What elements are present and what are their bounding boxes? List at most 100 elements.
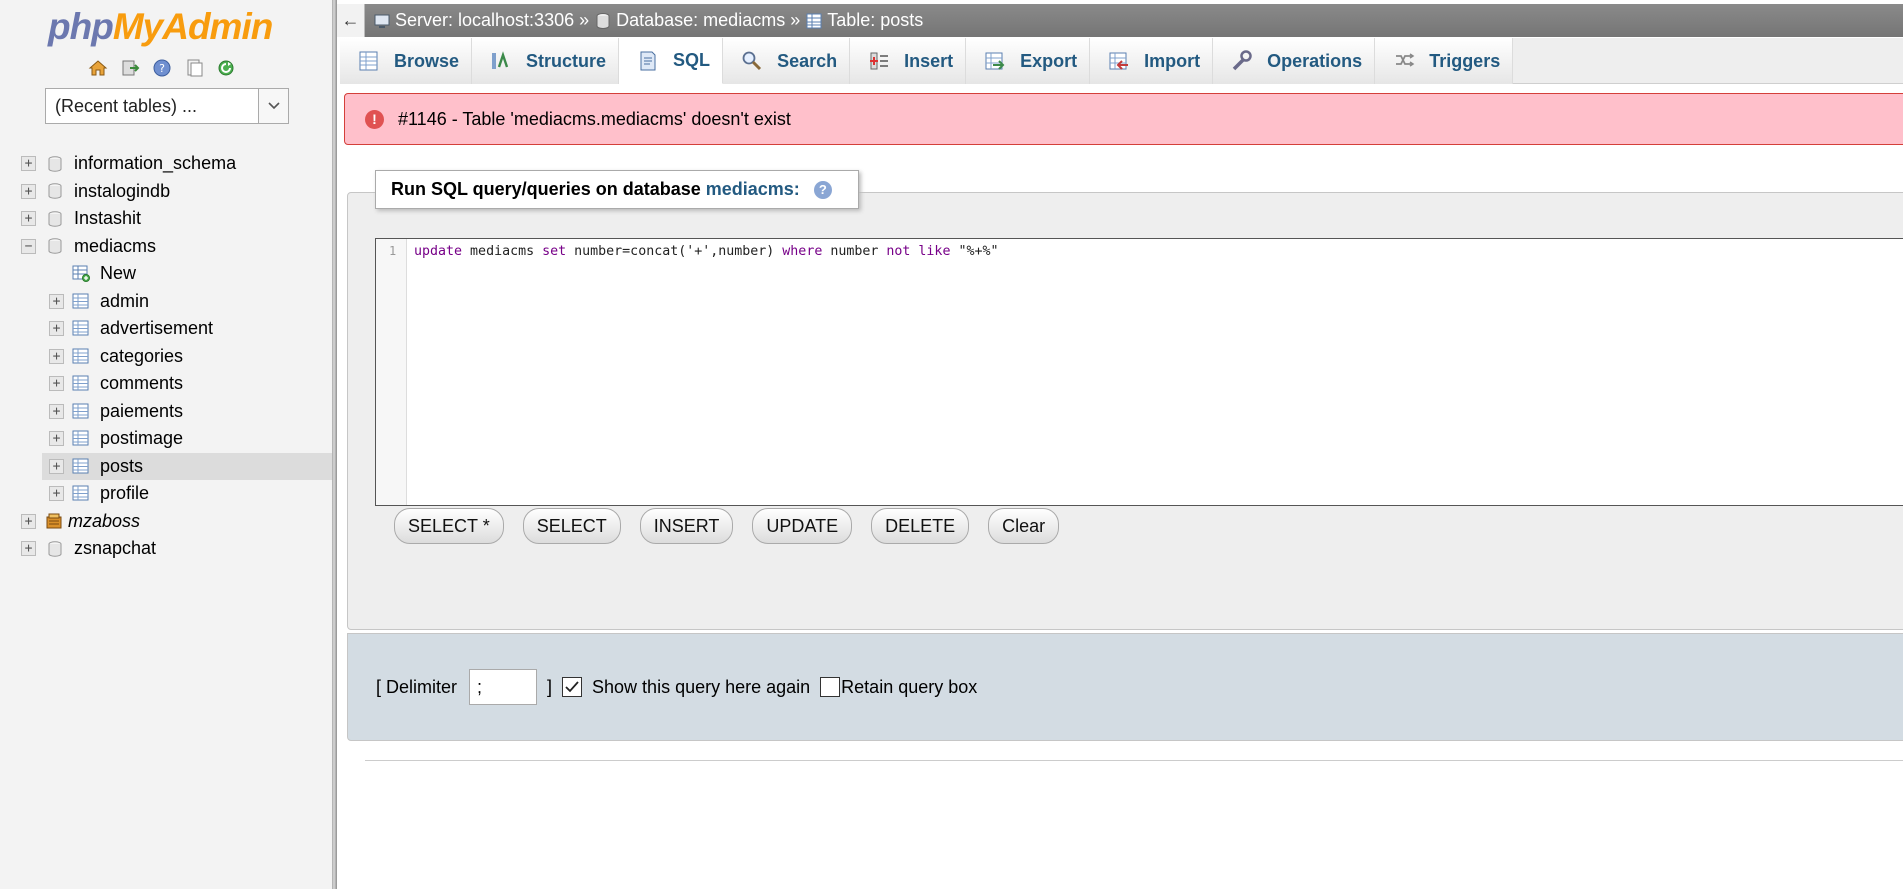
breadcrumb-database[interactable]: Database: mediacms: [594, 10, 785, 31]
breadcrumb-server-label: Server: localhost:3306: [395, 10, 575, 30]
tab-browse[interactable]: Browse: [340, 38, 473, 84]
sql-query-text[interactable]: update mediacms set number=concat('+',nu…: [414, 244, 999, 259]
tree-item-label[interactable]: information_schema: [74, 153, 236, 174]
tree-item-postimage[interactable]: + postimage: [0, 425, 332, 453]
tree-item-posts[interactable]: + posts: [42, 452, 332, 480]
expand-icon[interactable]: +: [49, 486, 64, 502]
delete-button[interactable]: DELETE: [871, 508, 970, 544]
home-icon[interactable]: [88, 58, 108, 78]
update-button[interactable]: UPDATE: [752, 508, 853, 544]
tree-item-label[interactable]: New: [100, 263, 136, 284]
sql-query-editor[interactable]: 1 update mediacms set number=concat('+',…: [375, 238, 1903, 506]
select-star-button[interactable]: SELECT *: [394, 508, 504, 544]
new-table-icon: [72, 265, 90, 283]
tree-item-label[interactable]: profile: [100, 483, 149, 504]
checkmark-icon: [565, 681, 579, 693]
help-icon[interactable]: ?: [813, 180, 832, 199]
sql-shortcut-buttons: SELECT * SELECT INSERT UPDATE DELETE Clear: [394, 508, 1060, 544]
tree-item-comments[interactable]: + comments: [0, 370, 332, 398]
breadcrumb-table[interactable]: Table: posts: [805, 10, 923, 31]
breadcrumb-server[interactable]: Server: localhost:3306: [373, 10, 574, 31]
database-icon: [48, 238, 62, 254]
tree-item-admin[interactable]: + admin: [0, 288, 332, 316]
table-icon: [72, 348, 89, 364]
recent-tables-select[interactable]: (Recent tables) ...: [45, 88, 289, 124]
tree-item-label[interactable]: categories: [100, 346, 183, 367]
database-group-icon: [46, 513, 62, 529]
help-icon[interactable]: ?: [152, 58, 172, 78]
tab-import[interactable]: Import: [1090, 38, 1214, 84]
tree-item-mzaboss[interactable]: + mzaboss: [0, 508, 332, 536]
tree-item-label[interactable]: postimage: [100, 428, 183, 449]
database-icon: [596, 12, 610, 29]
tree-item-label[interactable]: mediacms: [74, 236, 156, 257]
chevron-down-icon[interactable]: [258, 89, 288, 123]
tab-triggers[interactable]: Triggers: [1375, 38, 1514, 84]
tab-label: Insert: [904, 50, 954, 71]
expand-icon[interactable]: +: [21, 541, 36, 557]
expand-icon[interactable]: +: [49, 293, 64, 309]
legend-prefix: Run SQL query/queries on database: [391, 179, 701, 199]
collapse-sidebar-button[interactable]: ←: [337, 4, 365, 37]
tree-item-mediacms[interactable]: − mediacms: [0, 233, 332, 261]
retain-query-label: Retain query box: [841, 676, 978, 697]
tab-sql[interactable]: SQL: [619, 38, 724, 84]
tree-item-label[interactable]: mzaboss: [68, 511, 140, 532]
tree-item-label[interactable]: zsnapchat: [74, 538, 156, 559]
sidebar-resize-handle[interactable]: [332, 0, 337, 889]
tree-item-instalogindb[interactable]: + instalogindb: [0, 178, 332, 206]
expand-icon[interactable]: +: [21, 211, 36, 227]
error-message-text: #1146 - Table 'mediacms.mediacms' doesn'…: [398, 108, 791, 129]
show-query-checkbox[interactable]: [562, 677, 583, 697]
tree-item-label[interactable]: admin: [100, 291, 149, 312]
sql-keyword: not: [886, 244, 911, 259]
insert-button[interactable]: INSERT: [639, 508, 734, 544]
table-icon: [72, 430, 89, 446]
reload-icon[interactable]: [216, 58, 236, 78]
tab-export[interactable]: Export: [966, 38, 1091, 84]
browse-icon: [359, 51, 378, 71]
tab-search[interactable]: Search: [723, 38, 851, 84]
tree-item-advertisement[interactable]: + advertisement: [0, 315, 332, 343]
expand-icon[interactable]: +: [21, 513, 36, 529]
tree-item-label[interactable]: Instashit: [74, 208, 141, 229]
collapse-icon[interactable]: −: [21, 238, 36, 254]
phpmyadmin-logo[interactable]: phpMyAdmin: [48, 6, 288, 52]
breadcrumb-separator: »: [790, 10, 801, 30]
tree-item-label[interactable]: comments: [100, 373, 183, 394]
expand-icon[interactable]: +: [49, 431, 64, 447]
legend-database-link[interactable]: mediacms:: [706, 179, 800, 200]
exit-icon[interactable]: [120, 58, 140, 78]
expand-icon[interactable]: +: [49, 321, 64, 337]
sql-token: "%+%": [950, 244, 999, 259]
expand-icon[interactable]: +: [49, 458, 64, 474]
delimiter-input[interactable]: ;: [469, 669, 538, 705]
tree-item-label[interactable]: instalogindb: [74, 181, 170, 202]
tab-operations[interactable]: Operations: [1213, 38, 1376, 84]
retain-query-checkbox[interactable]: [820, 677, 841, 697]
tree-item-zsnapchat[interactable]: + zsnapchat: [0, 535, 332, 563]
tree-item-paiements[interactable]: + paiements: [0, 398, 332, 426]
tree-item-label[interactable]: advertisement: [100, 318, 213, 339]
tab-insert[interactable]: Insert: [850, 38, 967, 84]
tree-item-label[interactable]: posts: [100, 456, 143, 477]
expand-icon[interactable]: +: [21, 183, 36, 199]
tree-item-information-schema[interactable]: + information_schema: [0, 150, 332, 178]
expand-icon[interactable]: +: [49, 403, 64, 419]
sql-keyword: like: [918, 244, 951, 259]
table-icon: [72, 458, 89, 474]
tree-item-categories[interactable]: + categories: [0, 343, 332, 371]
sql-options-bar: [ Delimiter ; ] Show this query here aga…: [347, 633, 1903, 741]
tree-item-instashit[interactable]: + Instashit: [0, 205, 332, 233]
tab-structure[interactable]: Structure: [472, 38, 620, 84]
expand-icon[interactable]: +: [49, 348, 64, 364]
tree-item-label[interactable]: paiements: [100, 401, 183, 422]
tree-item-new[interactable]: New: [0, 260, 332, 288]
expand-icon[interactable]: +: [21, 156, 36, 172]
select-button[interactable]: SELECT: [522, 508, 621, 544]
tree-item-profile[interactable]: + profile: [0, 480, 332, 508]
docs-icon[interactable]: [184, 58, 204, 78]
error-message-box: ! #1146 - Table 'mediacms.mediacms' does…: [344, 93, 1903, 145]
expand-icon[interactable]: +: [49, 376, 64, 392]
clear-button[interactable]: Clear: [988, 508, 1060, 544]
